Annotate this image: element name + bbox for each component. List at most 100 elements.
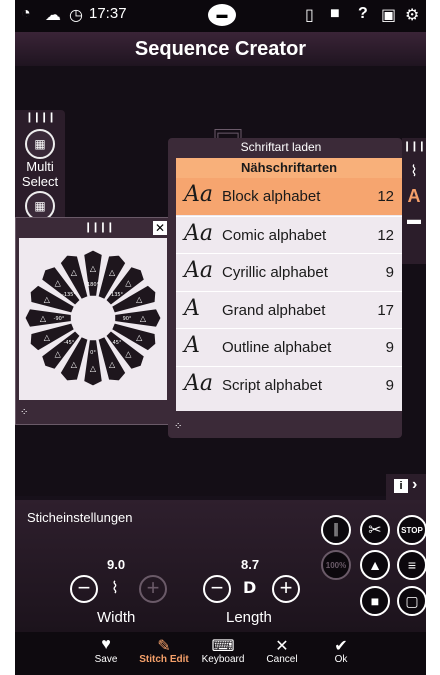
rotation-panel: ❙❙❙❙ ✕ △ 180° △ △ 135° △ △ 90° △ △ 45° △ △ 0° △ △ -45° △ △… [15, 217, 169, 425]
multi-select-icon[interactable]: ▦ [25, 129, 55, 159]
rotation-angle-label: 135° [111, 292, 124, 298]
rotation-arrow-icon: △ [44, 333, 51, 342]
multi-select-label[interactable]: Multi Select [15, 159, 65, 189]
keyboard-button[interactable]: ⌨ Keyboard [193, 636, 253, 665]
keyboard-icon: ⌨ [211, 638, 235, 655]
rotation-dial[interactable]: △180°△△135° △△90°△△45°△△0°△△-45°△△ -90°△△-… [19, 238, 167, 400]
width-value: 9.0 [107, 557, 126, 572]
multiselect-panel: ❙❙❙❙ ▦ Multi Select ▦ [15, 110, 65, 225]
panel-drag-handle[interactable]: ❙❙❙ [402, 138, 426, 152]
rotation-angle-label: -90° [54, 316, 65, 322]
length-increase-button[interactable]: + [272, 575, 300, 603]
save-button[interactable]: ♥ Save [76, 636, 136, 665]
font-list-item[interactable]: Aa Script alphabet 9 [176, 365, 402, 403]
length-decrease-button[interactable]: − [203, 575, 231, 603]
rotation-arrow-icon: △ [136, 333, 143, 342]
needle-icon[interactable]: ≡ [397, 550, 426, 580]
scissors-icon[interactable]: ✂ [360, 515, 390, 545]
rotation-arrow-icon: △ [109, 360, 116, 369]
font-count: 12 [377, 188, 394, 205]
font-list-item[interactable]: A Outline alphabet 9 [176, 328, 402, 365]
panel-drag-handle[interactable]: ❙❙❙❙ [84, 222, 114, 233]
tie-off-icon[interactable]: ║ [321, 515, 351, 545]
close-icon[interactable]: ✕ [153, 221, 167, 235]
save-label: Save [94, 654, 118, 665]
rotation-angle-label: 180° [87, 282, 100, 288]
ok-label: Ok [334, 654, 348, 665]
width-decrease-button[interactable]: − [70, 575, 98, 603]
font-name: Outline alphabet [222, 339, 332, 356]
font-list-item[interactable]: Aa Comic alphabet 12 [176, 215, 402, 253]
font-count: 9 [385, 376, 394, 394]
width-icon: ⌇ [111, 580, 119, 597]
font-name: Block alphabet [222, 188, 321, 205]
font-name: Script alphabet [222, 376, 323, 394]
ok-button[interactable]: ✔ Ok [311, 636, 371, 665]
rotation-angle-label: 0° [90, 350, 96, 356]
font-tab-icon[interactable]: A [402, 186, 426, 207]
rotation-angle-label: -135° [62, 292, 76, 298]
help-icon[interactable]: ? [358, 5, 368, 23]
font-count: 9 [385, 339, 394, 356]
exit-icon[interactable]: ▯ [305, 5, 314, 25]
multi-select-label-line2: Select [21, 174, 59, 189]
font-name: Grand alphabet [222, 301, 326, 319]
machine-icon[interactable]: ▬ [208, 4, 236, 26]
layer-front-icon[interactable]: ■ [360, 586, 390, 616]
length-value: 8.7 [241, 557, 260, 572]
book-icon[interactable]: ■ [330, 5, 340, 23]
rotation-arrow-icon: △ [90, 264, 97, 273]
font-list-item[interactable]: Aa Cyrillic alphabet 9 [176, 253, 402, 290]
font-preview-icon: A [184, 295, 200, 321]
check-icon: ✔ [334, 638, 348, 655]
font-panel: Schriftart laden Nähschriftarten Aa Block… [168, 138, 402, 438]
font-preview-icon: A [184, 333, 200, 358]
cancel-button[interactable]: ✕ Cancel [252, 636, 312, 665]
device-screen: ◔ ☁ ◷ 17:37 ▬ ▯ ■ ? ▣ ⚙ Sequence Creator… [15, 0, 426, 675]
folder-tab-icon[interactable]: ▬ [402, 211, 426, 227]
keyboard-label: Keyboard [201, 654, 245, 665]
stitch-edit-icon: ✎ [157, 638, 171, 655]
tension-icon[interactable]: 100% [321, 550, 351, 580]
stop-icon[interactable]: STOP [397, 515, 426, 545]
font-name: Cyrillic alphabet [222, 264, 328, 281]
stitch-edit-label: Stitch Edit [139, 654, 189, 665]
stitch-settings-panel: Sticheinstellungen 9.0 − ⌇ + Width 8.7 −… [15, 500, 426, 632]
stitch-tab-icon[interactable]: ⌇ [402, 162, 426, 180]
side-tabs: ❙❙❙ ⌇ A ▬ [402, 138, 426, 264]
font-panel-title: Schriftart laden [240, 140, 322, 154]
font-preview-icon: Aa [184, 258, 214, 283]
resize-icon[interactable]: ⁘ [174, 421, 182, 432]
width-label: Width [97, 609, 136, 626]
font-list: Nähschriftarten Aa Block alphabet 12 Aa Comi… [176, 158, 402, 411]
font-preview-icon: Aa [184, 370, 214, 396]
stitch-edit-button[interactable]: ✎ Stitch Edit [134, 636, 194, 665]
font-count: 9 [385, 264, 394, 281]
rotation-angle-label: -45° [64, 340, 75, 346]
info-icon: i [394, 479, 408, 493]
tablet-icon[interactable]: ▣ [381, 5, 396, 25]
font-list-item[interactable]: Aa Block alphabet 12 [176, 178, 402, 215]
layer-back-icon[interactable]: ▢ [397, 586, 426, 616]
font-list-item[interactable]: A Grand alphabet 17 [176, 290, 402, 328]
rotation-arrow-icon: △ [125, 349, 132, 358]
rotation-angle-label: 90° [123, 316, 132, 322]
length-label: Length [226, 609, 272, 626]
heart-icon: ♥ [101, 636, 111, 653]
rotation-arrow-icon: △ [109, 268, 116, 277]
font-category-header[interactable]: Nähschriftarten [176, 158, 402, 178]
font-preview-icon: Aa [184, 220, 214, 246]
rotation-dial-area: △ 180° △ △ 135° △ △ 90° △ △ 45° △ △ 0° △ △ -45° △ △ -90° △ △ -… [19, 238, 167, 400]
info-button[interactable]: i › [386, 474, 426, 500]
panel-drag-handle[interactable]: ❙❙❙❙ [15, 110, 65, 123]
cancel-label: Cancel [266, 654, 298, 665]
page-title: Sequence Creator [15, 32, 426, 66]
width-increase-button[interactable]: + [139, 575, 167, 603]
settings-icon[interactable]: ⚙ [405, 5, 419, 25]
mirror-icon[interactable]: ▲ [360, 550, 390, 580]
bottom-toolbar: ♥ Save ✎ Stitch Edit ⌨ Keyboard ✕ Cancel… [15, 632, 426, 675]
rotation-arrow-icon: △ [55, 279, 62, 288]
resize-icon[interactable]: ⁘ [20, 407, 28, 418]
status-time: 17:37 [89, 5, 127, 22]
rotation-arrow-icon: △ [44, 295, 51, 304]
